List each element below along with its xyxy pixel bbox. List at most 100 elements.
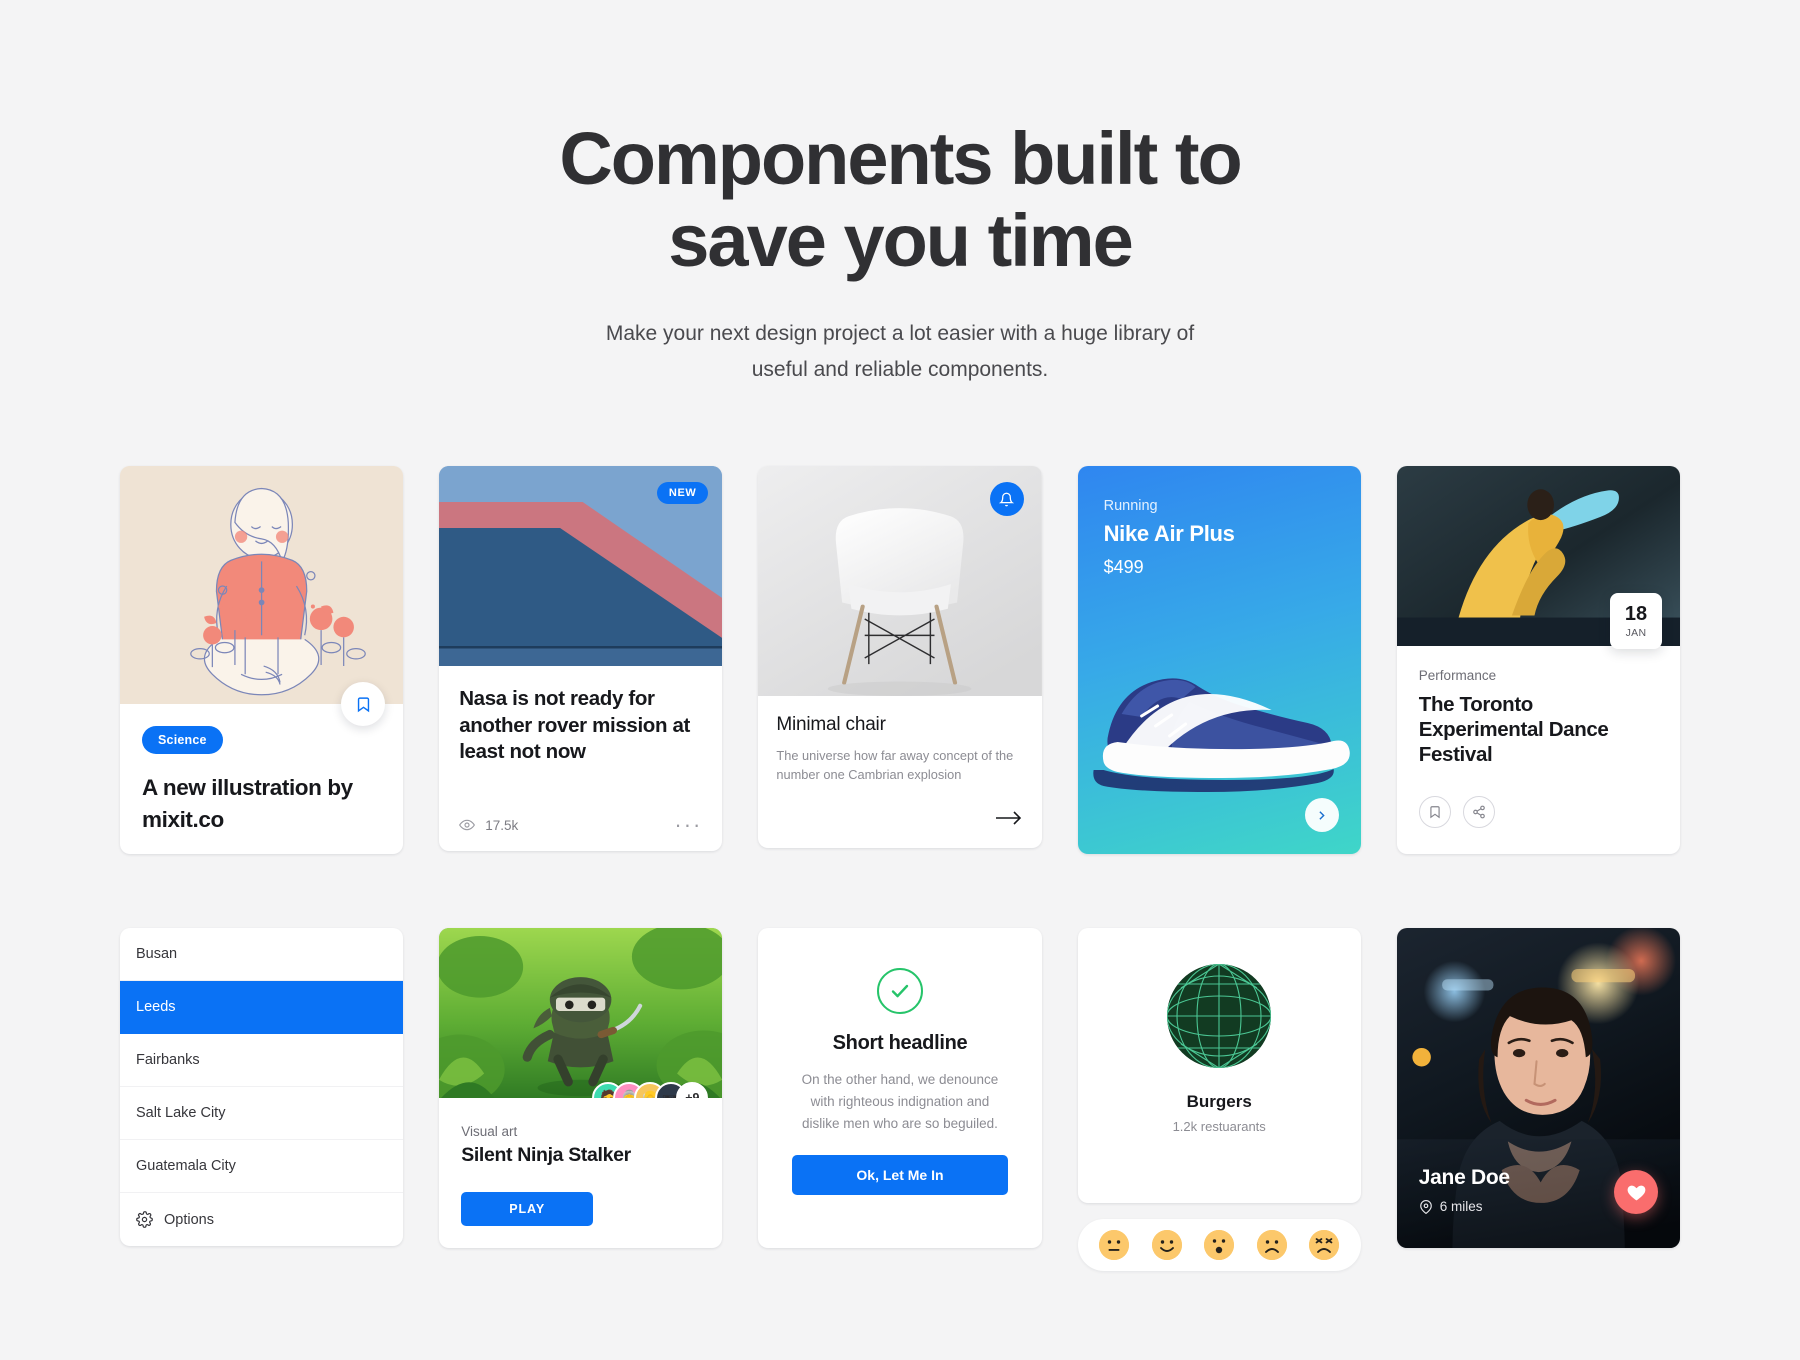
bookmark-button[interactable] (341, 682, 386, 726)
grid-column-1: Science A new illustration by mixit.co (120, 466, 404, 854)
emoji-angry-face[interactable] (1309, 1230, 1340, 1260)
success-body: On the other hand, we denounce with righ… (801, 1072, 999, 1131)
event-month: JAN (1625, 626, 1647, 639)
notify-button[interactable] (989, 482, 1024, 516)
toronto-body: Performance The Toronto Experimental Dan… (1397, 646, 1680, 767)
emoji-reaction-bar (1077, 1219, 1361, 1271)
event-day: 18 (1624, 602, 1648, 625)
list-item-leeds[interactable]: Leeds (120, 981, 404, 1034)
card-burgers[interactable]: Burgers 1.2k restuarants (1077, 928, 1361, 1203)
list-item-guatemala-city[interactable]: Guatemala City (120, 1140, 404, 1193)
more-options-button[interactable]: ··· (674, 814, 702, 836)
globe-icon (1167, 964, 1272, 1068)
card-illustration[interactable]: Science A new illustration by mixit.co (120, 466, 404, 854)
chevron-right-icon (1319, 810, 1325, 820)
player-avatars: 🧔 👵 👴 🕶 +9 (592, 1082, 709, 1098)
card-ninja-game[interactable]: 🧔 👵 👴 🕶 +9 Visual art Silent Ninja Stalk… (439, 928, 723, 1248)
grid-column-2b: 🧔 👵 👴 🕶 +9 Visual art Silent Ninja Stalk… (439, 928, 723, 1271)
category-badge[interactable]: Science (142, 726, 223, 754)
nike-title: Nike Air Plus (1103, 521, 1235, 546)
grid-column-4b: Burgers 1.2k restuarants (1077, 928, 1361, 1271)
surprised-face-icon (1204, 1230, 1235, 1260)
nasa-image: NEW (439, 466, 723, 666)
grid-column-3b: Short headline On the other hand, we den… (758, 928, 1042, 1271)
illustration-title: A new illustration by mixit.co (142, 775, 353, 832)
card-toronto[interactable]: 18 JAN Performance The Toronto Experimen… (1396, 466, 1680, 854)
chair-description: The universe how far away concept of the… (776, 748, 1014, 782)
globe-graphic (1167, 964, 1272, 1068)
success-title: Short headline (832, 1032, 968, 1054)
burgers-subtitle: 1.2k restuarants (1172, 1119, 1266, 1134)
new-pill: NEW (656, 482, 709, 504)
nasa-title: Nasa is not ready for another rover miss… (459, 687, 691, 763)
card-grid-row-1: Science A new illustration by mixit.co N… (120, 466, 1680, 854)
grid-column-2: NEW Nasa is not ready for another rover … (439, 466, 723, 854)
grid-column-5: 18 JAN Performance The Toronto Experimen… (1396, 466, 1680, 854)
confirm-button[interactable]: Ok, Let Me In (792, 1155, 1008, 1195)
grid-column-4: Running Nike Air Plus $499 (1077, 466, 1361, 854)
list-item-fairbanks[interactable]: Fairbanks (120, 1034, 404, 1087)
eye-icon (459, 819, 476, 831)
event-date-badge: 18 JAN (1610, 593, 1662, 649)
jane-location: 6 miles (1419, 1199, 1510, 1214)
toronto-bookmark-button[interactable] (1418, 796, 1451, 828)
success-check (876, 968, 923, 1014)
city-label: Guatemala City (136, 1158, 236, 1174)
views-value: 17.5k (485, 817, 519, 833)
chair-next-button[interactable] (995, 809, 1022, 830)
chair-image (758, 466, 1042, 700)
like-button[interactable] (1614, 1170, 1658, 1214)
illustration-image (120, 466, 404, 726)
city-label: Fairbanks (136, 1052, 200, 1068)
card-success-dialog: Short headline On the other hand, we den… (758, 928, 1042, 1248)
neutral-face-icon (1098, 1230, 1129, 1260)
page-subtitle: Make your next design project a lot easi… (605, 322, 1195, 381)
emoji-neutral-face[interactable] (1098, 1230, 1129, 1260)
views-count: 17.5k (459, 817, 518, 833)
list-item-busan[interactable]: Busan (120, 928, 404, 981)
list-item-options[interactable]: Options (120, 1193, 403, 1246)
check-circle-icon (891, 984, 909, 998)
city-label: Leeds (136, 999, 176, 1015)
toronto-actions (1418, 796, 1495, 828)
card-nike[interactable]: Running Nike Air Plus $499 (1077, 466, 1361, 854)
grid-column-5b: Jane Doe 6 miles (1396, 928, 1680, 1271)
toronto-share-button[interactable] (1462, 796, 1495, 828)
emoji-frowning-face[interactable] (1256, 1230, 1287, 1260)
page-root: Components built to save you time Make y… (0, 0, 1800, 1360)
card-chair[interactable]: Minimal chair The universe how far away … (758, 466, 1042, 848)
emoji-smiling-face[interactable] (1151, 1230, 1182, 1260)
card-profile-jane[interactable]: Jane Doe 6 miles (1396, 928, 1680, 1248)
hero-section: Components built to save you time Make y… (0, 0, 1800, 388)
ninja-image: 🧔 👵 👴 🕶 +9 (439, 928, 723, 1098)
avatar-overflow[interactable]: +9 (676, 1082, 709, 1098)
bell-icon (999, 492, 1015, 506)
ninja-kicker: Visual art (461, 1124, 518, 1139)
chair-body: Minimal chair The universe how far away … (758, 696, 1041, 784)
nike-next-button[interactable] (1304, 798, 1339, 832)
nasa-body: Nasa is not ready for another rover miss… (439, 666, 722, 766)
play-button[interactable]: PLAY (461, 1192, 594, 1226)
ninja-body: Visual art Silent Ninja Stalker (439, 1098, 722, 1167)
nike-price: $499 (1103, 557, 1144, 577)
arrow-right-icon (995, 811, 1021, 825)
grid-column-1b: Busan Leeds Fairbanks Salt Lake City Gua… (120, 928, 404, 1271)
jane-distance: 6 miles (1439, 1199, 1483, 1214)
toronto-kicker: Performance (1418, 668, 1497, 683)
city-label: Busan (136, 946, 178, 962)
chair-title: Minimal chair (776, 714, 886, 735)
toronto-title: The Toronto Experimental Dance Festival (1418, 693, 1609, 766)
nasa-footer: 17.5k ··· (459, 814, 702, 836)
map-pin-icon (1419, 1199, 1432, 1214)
nike-shoe-image (1078, 610, 1361, 800)
nike-kicker: Running (1103, 498, 1158, 514)
page-title: Components built to save you time (559, 117, 1242, 282)
heart-icon (1627, 1185, 1645, 1200)
card-grid-row-2: Busan Leeds Fairbanks Salt Lake City Gua… (120, 928, 1680, 1271)
jane-info: Jane Doe 6 miles (1419, 1166, 1510, 1214)
list-item-salt-lake-city[interactable]: Salt Lake City (120, 1087, 404, 1140)
card-nasa[interactable]: NEW Nasa is not ready for another rover … (439, 466, 723, 851)
burgers-title: Burgers (1186, 1092, 1252, 1111)
card-city-list: Busan Leeds Fairbanks Salt Lake City Gua… (120, 928, 404, 1246)
emoji-surprised-face[interactable] (1204, 1230, 1235, 1260)
